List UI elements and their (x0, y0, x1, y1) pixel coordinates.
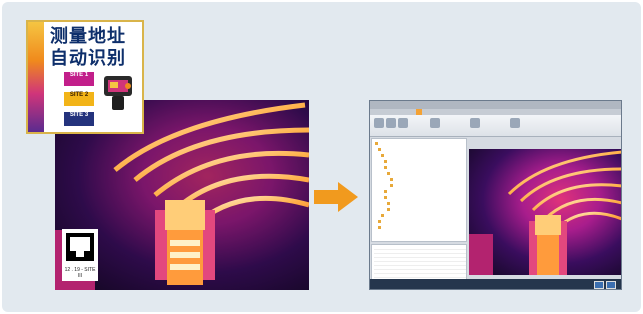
tree-item[interactable] (378, 225, 382, 229)
status-bar (370, 279, 621, 289)
site-marker-icon (66, 233, 94, 261)
tree-item[interactable] (384, 189, 388, 193)
property-row (374, 259, 466, 262)
property-row (374, 247, 466, 250)
tree-item[interactable] (384, 195, 388, 199)
properties-panel (371, 244, 467, 280)
tree-item[interactable] (390, 183, 394, 187)
badge-title-line-1: 测量地址 (50, 26, 126, 47)
site-3-text: SITE 3 (69, 112, 89, 118)
tree-item[interactable] (381, 213, 385, 217)
ribbon-button[interactable] (398, 118, 408, 128)
site-1-label: SITE 1 (64, 72, 94, 86)
site-tree-panel (371, 138, 467, 242)
arrow-right-icon (314, 182, 358, 212)
tree-item[interactable] (387, 171, 391, 175)
thumbnail[interactable] (606, 281, 616, 289)
badge-color-strip (28, 22, 44, 132)
ribbon-button[interactable] (386, 118, 396, 128)
window-title-bar (370, 101, 621, 109)
property-row (374, 275, 466, 278)
ribbon-toolbar (370, 115, 621, 137)
property-row (374, 267, 466, 270)
software-window (369, 100, 622, 290)
thermal-image-preview (469, 149, 621, 275)
tree-item[interactable] (378, 219, 382, 223)
property-row (374, 251, 466, 254)
tree-item[interactable] (387, 207, 391, 211)
property-row (374, 255, 466, 258)
tree-item[interactable] (378, 147, 382, 151)
site-marker: 12 . 19 - SITE III (62, 229, 98, 281)
ribbon-button[interactable] (430, 118, 440, 128)
site-2-text: SITE 2 (69, 92, 89, 98)
badge-title-line-2: 自动识别 (50, 48, 126, 69)
thermal-camera-icon (104, 76, 132, 110)
site-3-label: SITE 3 (64, 112, 94, 126)
ribbon-button[interactable] (374, 118, 384, 128)
property-row (374, 271, 466, 274)
property-row (374, 263, 466, 266)
site-2-label: SITE 2 (64, 92, 94, 106)
tree-item[interactable] (387, 201, 391, 205)
tree-item[interactable] (390, 177, 394, 181)
tree-item[interactable] (375, 141, 379, 145)
thumbnail[interactable] (594, 281, 604, 289)
tree-item[interactable] (381, 153, 385, 157)
site-1-text: SITE 1 (69, 72, 89, 78)
illustration-panel: 测量地址 自动识别 SITE 1 SITE 2 SITE 3 12 . 19 - (2, 2, 641, 312)
ribbon-button[interactable] (510, 118, 520, 128)
badge-title: 测量地址 自动识别 (50, 26, 142, 70)
site-recognition-badge: 测量地址 自动识别 SITE 1 SITE 2 SITE 3 (26, 20, 144, 134)
tree-item[interactable] (384, 159, 388, 163)
marker-caption: 12 . 19 - SITE III (64, 267, 96, 279)
tree-item[interactable] (384, 165, 388, 169)
ribbon-button[interactable] (470, 118, 480, 128)
